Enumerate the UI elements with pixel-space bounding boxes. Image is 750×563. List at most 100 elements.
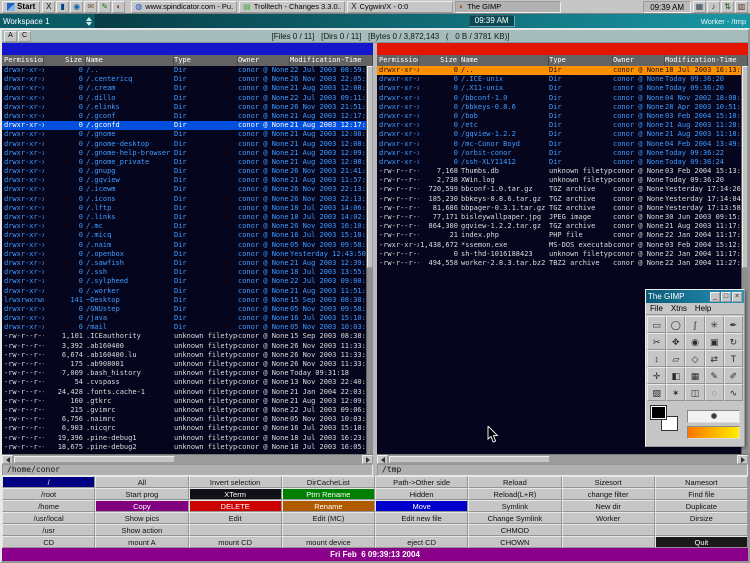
file-row-orbit-conor[interactable]: drwxr-xr-x 0/orbit-conor Dir conor @ None To… <box>377 149 741 158</box>
file-row-gnupg[interactable]: drwxr-xr-x 0/.gnupg Dir conor @ None 26 Nov … <box>2 167 366 176</box>
worker-button-usr[interactable]: /usr <box>2 524 96 536</box>
fg-bg-selector[interactable] <box>650 405 682 437</box>
worker-button-eject-cd[interactable]: eject CD <box>375 536 469 548</box>
file-row-pine-debug1[interactable]: -rw-r--r-- 19,396 .pine-debug1 unknown file… <box>2 434 366 443</box>
crop-tool[interactable]: ▣ <box>704 333 724 350</box>
worker-button-edit-new-file[interactable]: Edit new file <box>375 512 469 524</box>
column-header-type[interactable]: Type <box>549 55 613 66</box>
file-row-bash-history[interactable]: -rw-r--r-- 7,009 .bash_history unknown file… <box>2 369 366 378</box>
shear-tool[interactable]: ▱ <box>666 350 686 367</box>
terminal-icon[interactable]: ▮ <box>56 0 70 13</box>
file-row-bisleywallpaper-jpg[interactable]: -rw-r--r-- 77,171 bisleywallpaper.jpg JPEG … <box>377 213 741 222</box>
paintbrush-tool[interactable]: ✐ <box>723 367 743 384</box>
right-scroll-left-button[interactable] <box>377 455 388 464</box>
column-header-mtime[interactable]: Modification-Time <box>665 55 748 66</box>
file-row-cvspass[interactable]: -rw-r--r-- 54 .cvspass unknown filetype cono… <box>2 378 366 387</box>
file-row-openbox[interactable]: drwxr-xr-x 0/.openbox Dir conor @ None Yeste… <box>2 250 366 259</box>
task-button-www-spindicator-com-pu[interactable]: ◍ www.spindicator.com - Pu... <box>131 0 238 13</box>
left-hscroll-track[interactable] <box>13 455 362 464</box>
worker-button-root[interactable]: /root <box>2 488 96 500</box>
column-header-permission[interactable]: Permission <box>377 55 419 66</box>
worker-button-xterm[interactable]: XTerm <box>188 488 282 500</box>
file-row-mc-conor-boyd[interactable]: drwxr-xr-x 0/mc-Conor Boyd Dir conor @ None… <box>377 140 741 149</box>
left-horizontal-scrollbar[interactable] <box>2 454 373 464</box>
ellipse-select-tool[interactable]: ◯ <box>666 316 686 333</box>
worker-button-copy[interactable]: Copy <box>95 500 189 512</box>
file-row-blank[interactable]: drwxr-xr-x 0/.. Dir conor @ None 18 Jul 2003… <box>377 66 741 76</box>
gimp-menu-file[interactable]: File <box>646 303 667 314</box>
file-row-elinks[interactable]: drwxr-xr-x 0/.elinks Dir conor @ None 26 Nov… <box>2 103 366 112</box>
blend-tool[interactable]: ▦ <box>685 367 705 384</box>
file-row-ab160400[interactable]: -rw-r--r-- 3,392 .ab160400 unknown filetype… <box>2 342 366 351</box>
worker-button-namesort[interactable]: Namesort <box>654 476 748 488</box>
file-row-worker-2-8-3-tar-bz2[interactable]: -rw-r--r-- 494,558 worker-2.8.3.tar.bz2 TBZ… <box>377 259 741 268</box>
free-select-tool[interactable]: ʃ <box>685 316 705 333</box>
file-row-gnustep[interactable]: drwxr-xr-x 0/GNUstep Dir conor @ None 05 Nov… <box>2 305 366 314</box>
magnify-tool[interactable]: ◉ <box>685 333 705 350</box>
brush-preview[interactable] <box>687 409 740 423</box>
worker-button-dircachelist[interactable]: DirCacheList <box>281 476 375 488</box>
worker-button-blank[interactable]: / <box>2 476 96 488</box>
gimp-menu-help[interactable]: Help <box>691 303 715 314</box>
worker-button-mount-cd[interactable]: mount CD <box>188 536 282 548</box>
file-row-cream[interactable]: drwxr-xr-x 0/.cream Dir conor @ None 21 Aug … <box>2 84 366 93</box>
text-tool[interactable]: T <box>723 350 743 367</box>
color-picker-tool[interactable]: ✛ <box>647 367 667 384</box>
file-row-links[interactable]: drwxr-xr-x 0/.links Dir conor @ None 18 Jul … <box>2 213 366 222</box>
mail-icon[interactable]: ✉ <box>84 0 98 13</box>
file-row-fonts-cache-1[interactable]: -rw-r--r-- 24,428 .fonts.cache-1 unknown fi… <box>2 388 366 397</box>
worker-button-home[interactable]: /home <box>2 500 96 512</box>
file-row-blank[interactable]: drwxr-xr-x 0/.. Dir conor @ None 22 Jul 2003… <box>2 66 366 75</box>
file-row-ab160400-lu[interactable]: -rw-r--r-- 6,674 .ab160400.lu unknown filet… <box>2 351 366 360</box>
file-row-bbkeys-0-8-6-tar-gz[interactable]: -rw-r--r-- 185,230 bbkeys-0.8.6.tar.gz TGZ … <box>377 195 741 204</box>
file-row-index-php[interactable]: -rw-r--r-- 21 index.php PHP file conor @ Non… <box>377 231 741 240</box>
file-row-naimrc[interactable]: -rw-r--r-- 6,756 .naimrc unknown filetype co… <box>2 415 366 424</box>
file-row-thumbs-db[interactable]: -rw-r--r-- 7,168 Thumbs.db unknown filetype… <box>377 167 741 176</box>
column-header-permission[interactable]: Permission <box>2 55 44 66</box>
perspective-tool[interactable]: ◇ <box>685 350 705 367</box>
left-hscroll-thumb[interactable] <box>14 456 175 463</box>
start-button[interactable]: Start <box>2 0 41 13</box>
move-tool[interactable]: ✥ <box>666 333 686 350</box>
worker-button-mount-a[interactable]: mount A <box>95 536 189 548</box>
worker-button-cd[interactable]: CD <box>2 536 96 548</box>
worker-button-quit[interactable]: Quit <box>654 536 748 548</box>
network-icon[interactable]: ⇅ <box>721 0 734 13</box>
rect-select-tool[interactable]: ▭ <box>647 316 667 333</box>
right-hscroll-thumb[interactable] <box>389 456 550 463</box>
file-row-gnome-private[interactable]: drwxr-xr-x 0/.gnome_private Dir conor @ Non… <box>2 158 366 167</box>
foreground-color-swatch[interactable] <box>650 405 667 420</box>
file-row-bbkeys-0-8-6[interactable]: drwxr-xr-x 0/bbkeys-0.8.6 Dir conor @ None 2… <box>377 103 741 112</box>
right-path-field[interactable]: /tmp <box>377 464 748 476</box>
left-vertical-scrollbar[interactable] <box>366 66 373 454</box>
file-row-gnome[interactable]: drwxr-xr-x 0/.gnome Dir conor @ None 21 Aug … <box>2 130 366 139</box>
file-row-gtkrc[interactable]: -rw-r--r-- 160 .gtkrc unknown filetype conor… <box>2 397 366 406</box>
file-row-ice-unix[interactable]: drwxr-xr-x 0/.ICE-unix Dir conor @ None Toda… <box>377 75 741 84</box>
file-row-sh-thd-1016188423[interactable]: -rw-r--r-- 0 sh-thd-1016188423 unknown file… <box>377 250 741 259</box>
file-row-centericq[interactable]: drwxr-xr-x 0/.centericq Dir conor @ None 26 … <box>2 75 366 84</box>
column-header-owner[interactable]: Owner <box>238 55 290 66</box>
bucket-fill-tool[interactable]: ◧ <box>666 367 686 384</box>
worker-button-all[interactable]: All <box>95 476 189 488</box>
left-scroll-left-button[interactable] <box>2 455 13 464</box>
file-row-sawfish[interactable]: drwxr-xr-x 0/.sawfish Dir conor @ None 21 Au… <box>2 259 366 268</box>
editor-icon[interactable]: ✎ <box>98 0 112 13</box>
worker-button-ptrn-rename[interactable]: Ptrn Rename <box>281 488 375 500</box>
worker-button-change-filter[interactable]: change filter <box>561 488 655 500</box>
worker-button-find-file[interactable]: Find file <box>654 488 748 500</box>
worker-button-delete[interactable]: DELETE <box>188 500 282 512</box>
worker-button-worker[interactable]: Worker <box>561 512 655 524</box>
pencil-tool[interactable]: ✎ <box>704 367 724 384</box>
worker-button-sizesort[interactable]: Sizesort <box>561 476 655 488</box>
file-row-java[interactable]: drwxr-xr-x 0/java Dir conor @ None 16 Jul 20… <box>2 314 366 323</box>
airbrush-tool[interactable]: ✶ <box>666 384 686 401</box>
right-hscroll-track[interactable] <box>388 455 737 464</box>
right-scroll-right-button[interactable] <box>737 455 748 464</box>
column-header-type[interactable]: Type <box>174 55 238 66</box>
gimp-launcher-icon[interactable]: ◐ <box>112 0 126 13</box>
file-row-ssh[interactable]: drwxr-xr-x 0/.ssh Dir conor @ None 18 Jul 20… <box>2 268 366 277</box>
worker-button-symlink[interactable]: Symlink <box>468 500 562 512</box>
pager-arrows[interactable] <box>86 16 92 26</box>
scale-tool[interactable]: ↕ <box>647 350 667 367</box>
gradient-preview[interactable] <box>687 425 740 439</box>
